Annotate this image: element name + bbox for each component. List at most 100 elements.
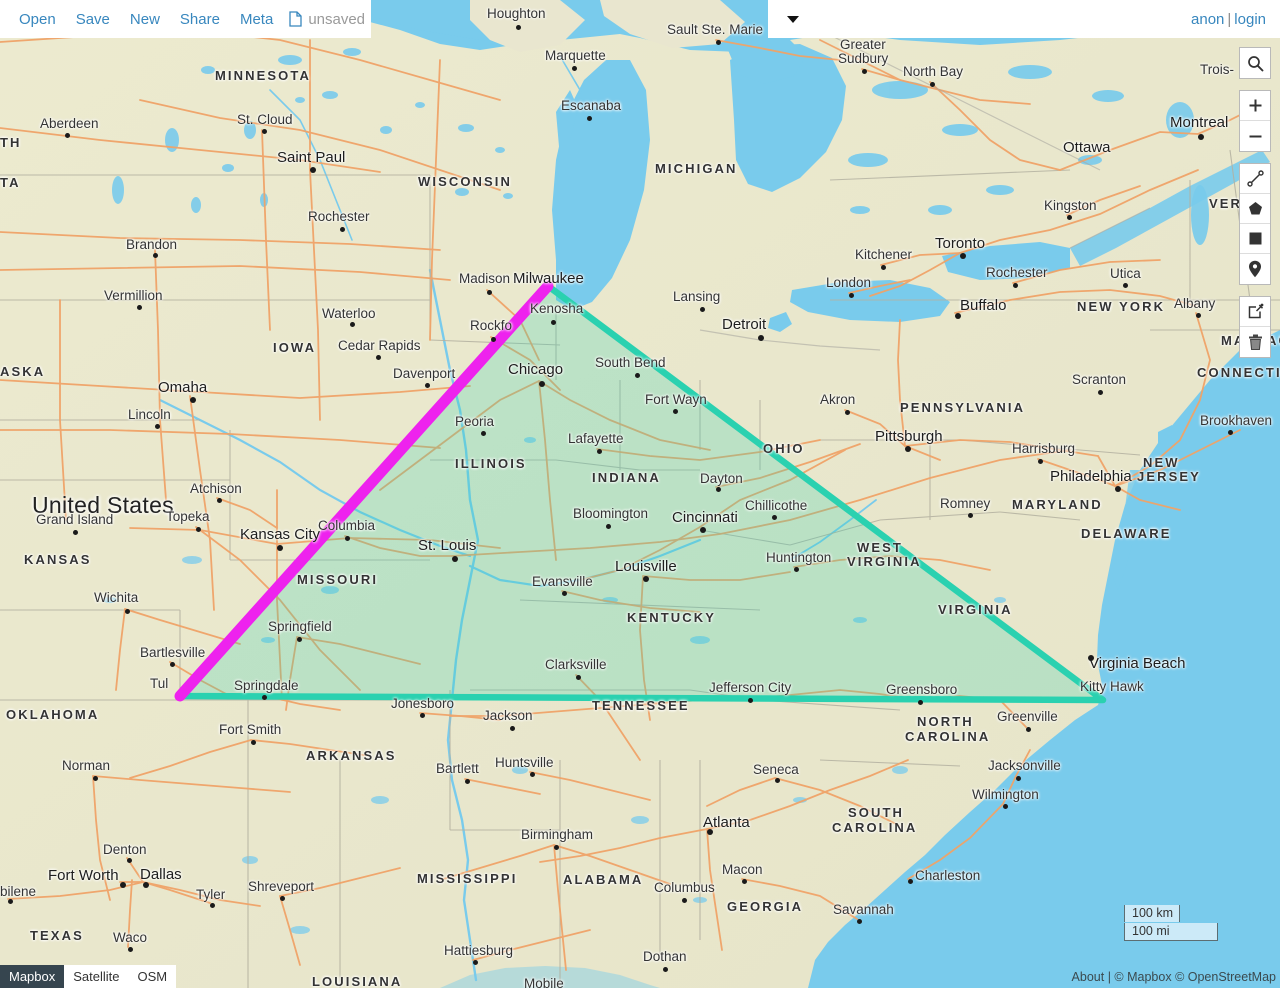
map-state-label: SOUTH [848, 805, 904, 820]
map-city-label: Fort Smith [219, 722, 282, 737]
map-city-dot [562, 591, 567, 596]
map-state-label: CAROLINA [905, 729, 991, 744]
scale-control: 100 km 100 mi [1124, 905, 1218, 941]
map-city-label: North Bay [903, 64, 964, 79]
map-city-dot [1098, 390, 1103, 395]
chevron-down-icon[interactable] [782, 8, 804, 30]
minus-icon [1248, 129, 1263, 144]
map-state-label: ASKA [0, 364, 46, 379]
open-link[interactable]: Open [9, 7, 66, 32]
map-city-label: Tul [150, 676, 169, 691]
map-city-label: London [826, 275, 872, 290]
map-city-label: Shreveport [248, 879, 315, 894]
map-city-dot [127, 858, 132, 863]
map-city-label: Columbia [318, 518, 376, 533]
map-city-label: Tyler [196, 887, 226, 902]
map-city-dot [143, 882, 149, 888]
map-city-label: Utica [1110, 266, 1141, 281]
map-city-dot [1038, 459, 1043, 464]
map-city-label: Albany [1174, 296, 1216, 311]
map-city-dot [510, 726, 515, 731]
map-city-label: Atchison [190, 481, 242, 496]
map-city-label: Springfield [268, 619, 332, 634]
map-state-label: JERSEY [1137, 469, 1201, 484]
login-link[interactable]: login [1234, 11, 1266, 28]
map-city-label: Norman [62, 758, 111, 773]
map-city-label: Jacksonville [988, 758, 1061, 773]
basemap-satellite[interactable]: Satellite [64, 965, 128, 988]
map-city-label: Wichita [94, 590, 139, 605]
map-city-dot [905, 446, 911, 452]
zoom-in-button[interactable] [1240, 91, 1270, 121]
map-city-label: Brandon [126, 237, 178, 252]
map-city-label: Atlanta [703, 814, 750, 831]
map-state-label: IOWA [273, 340, 317, 355]
map-city-dot [196, 527, 201, 532]
save-link[interactable]: Save [66, 7, 120, 32]
basemap-osm[interactable]: OSM [129, 965, 177, 988]
map-city-label: Sudbury [838, 51, 889, 66]
share-link[interactable]: Share [170, 7, 230, 32]
map-city-dot [125, 609, 130, 614]
map-city-dot [1196, 313, 1201, 318]
map-city-label: Pittsburgh [875, 428, 943, 445]
map-state-label: TA [0, 175, 21, 190]
map-state-label: OHIO [763, 441, 805, 456]
map-state-label: KENTUCKY [627, 610, 717, 625]
map-city-label: Cedar Rapids [338, 338, 421, 353]
zoom-out-button[interactable] [1240, 121, 1270, 151]
map-city-label: South Bend [595, 355, 666, 370]
map-city-dot [251, 740, 256, 745]
map-city-dot [1003, 804, 1008, 809]
map-state-label: LOUISIANA [312, 974, 403, 988]
about-link[interactable]: About [1072, 970, 1105, 984]
osm-attribution-link[interactable]: © OpenStreetMap [1175, 970, 1276, 984]
user-link[interactable]: anon [1191, 11, 1224, 28]
draw-polygon-button[interactable] [1240, 194, 1270, 224]
map-state-label: VIRGINIA [847, 554, 922, 569]
map-city-dot [310, 167, 316, 173]
map-city-label: Milwaukee [513, 270, 584, 287]
header-right-panel: anon | login [768, 0, 1280, 38]
mapbox-attribution-link[interactable]: © Mapbox [1114, 970, 1171, 984]
meta-link[interactable]: Meta [230, 7, 283, 32]
map-city-dot [262, 129, 267, 134]
delete-layers-button[interactable] [1240, 327, 1270, 357]
map-city-dot [597, 449, 602, 454]
map-city-label: Savannah [833, 902, 894, 917]
map-city-label: Buffalo [960, 297, 1007, 314]
map-city-label: Omaha [158, 379, 208, 396]
map-city-dot [153, 253, 158, 258]
new-link[interactable]: New [120, 7, 170, 32]
map-city-label: Houghton [487, 6, 546, 21]
basemap-mapbox[interactable]: Mapbox [0, 965, 65, 988]
map-canvas[interactable]: United States MINNESOTA WISCONSIN MICHIGAN I… [0, 0, 1280, 988]
map-city-label: Harrisburg [1012, 441, 1076, 456]
map-state-label: MISSOURI [297, 572, 379, 587]
map-city-dot [554, 845, 559, 850]
edit-layers-button[interactable] [1240, 297, 1270, 327]
map-city-label: Akron [820, 392, 856, 407]
map-city-dot [742, 879, 747, 884]
map-city-label: Chicago [508, 361, 564, 378]
map-city-label: Topeka [166, 509, 210, 524]
search-button[interactable] [1240, 48, 1270, 78]
map-city-label: Saint Paul [277, 149, 346, 166]
map-city-label: Rockfo [470, 318, 513, 333]
map-city-dot [1013, 283, 1018, 288]
map-city-dot [376, 355, 381, 360]
map-city-label: Waco [113, 930, 148, 945]
map-city-label: Fort Wayn [645, 392, 707, 407]
map-city-dot [1123, 283, 1128, 288]
map-city-dot [277, 545, 283, 551]
map-city-dot [425, 383, 430, 388]
map-city-label: Greenville [997, 709, 1058, 724]
draw-marker-button[interactable] [1240, 254, 1270, 284]
map-city-label: Clarksville [545, 657, 607, 672]
map-state-label: KANSAS [24, 552, 92, 567]
map-city-dot [465, 779, 470, 784]
draw-rectangle-button[interactable] [1240, 224, 1270, 254]
draw-line-button[interactable] [1240, 164, 1270, 194]
map-city-label: Kitty Hawk [1080, 679, 1144, 694]
map-city-dot [170, 662, 175, 667]
